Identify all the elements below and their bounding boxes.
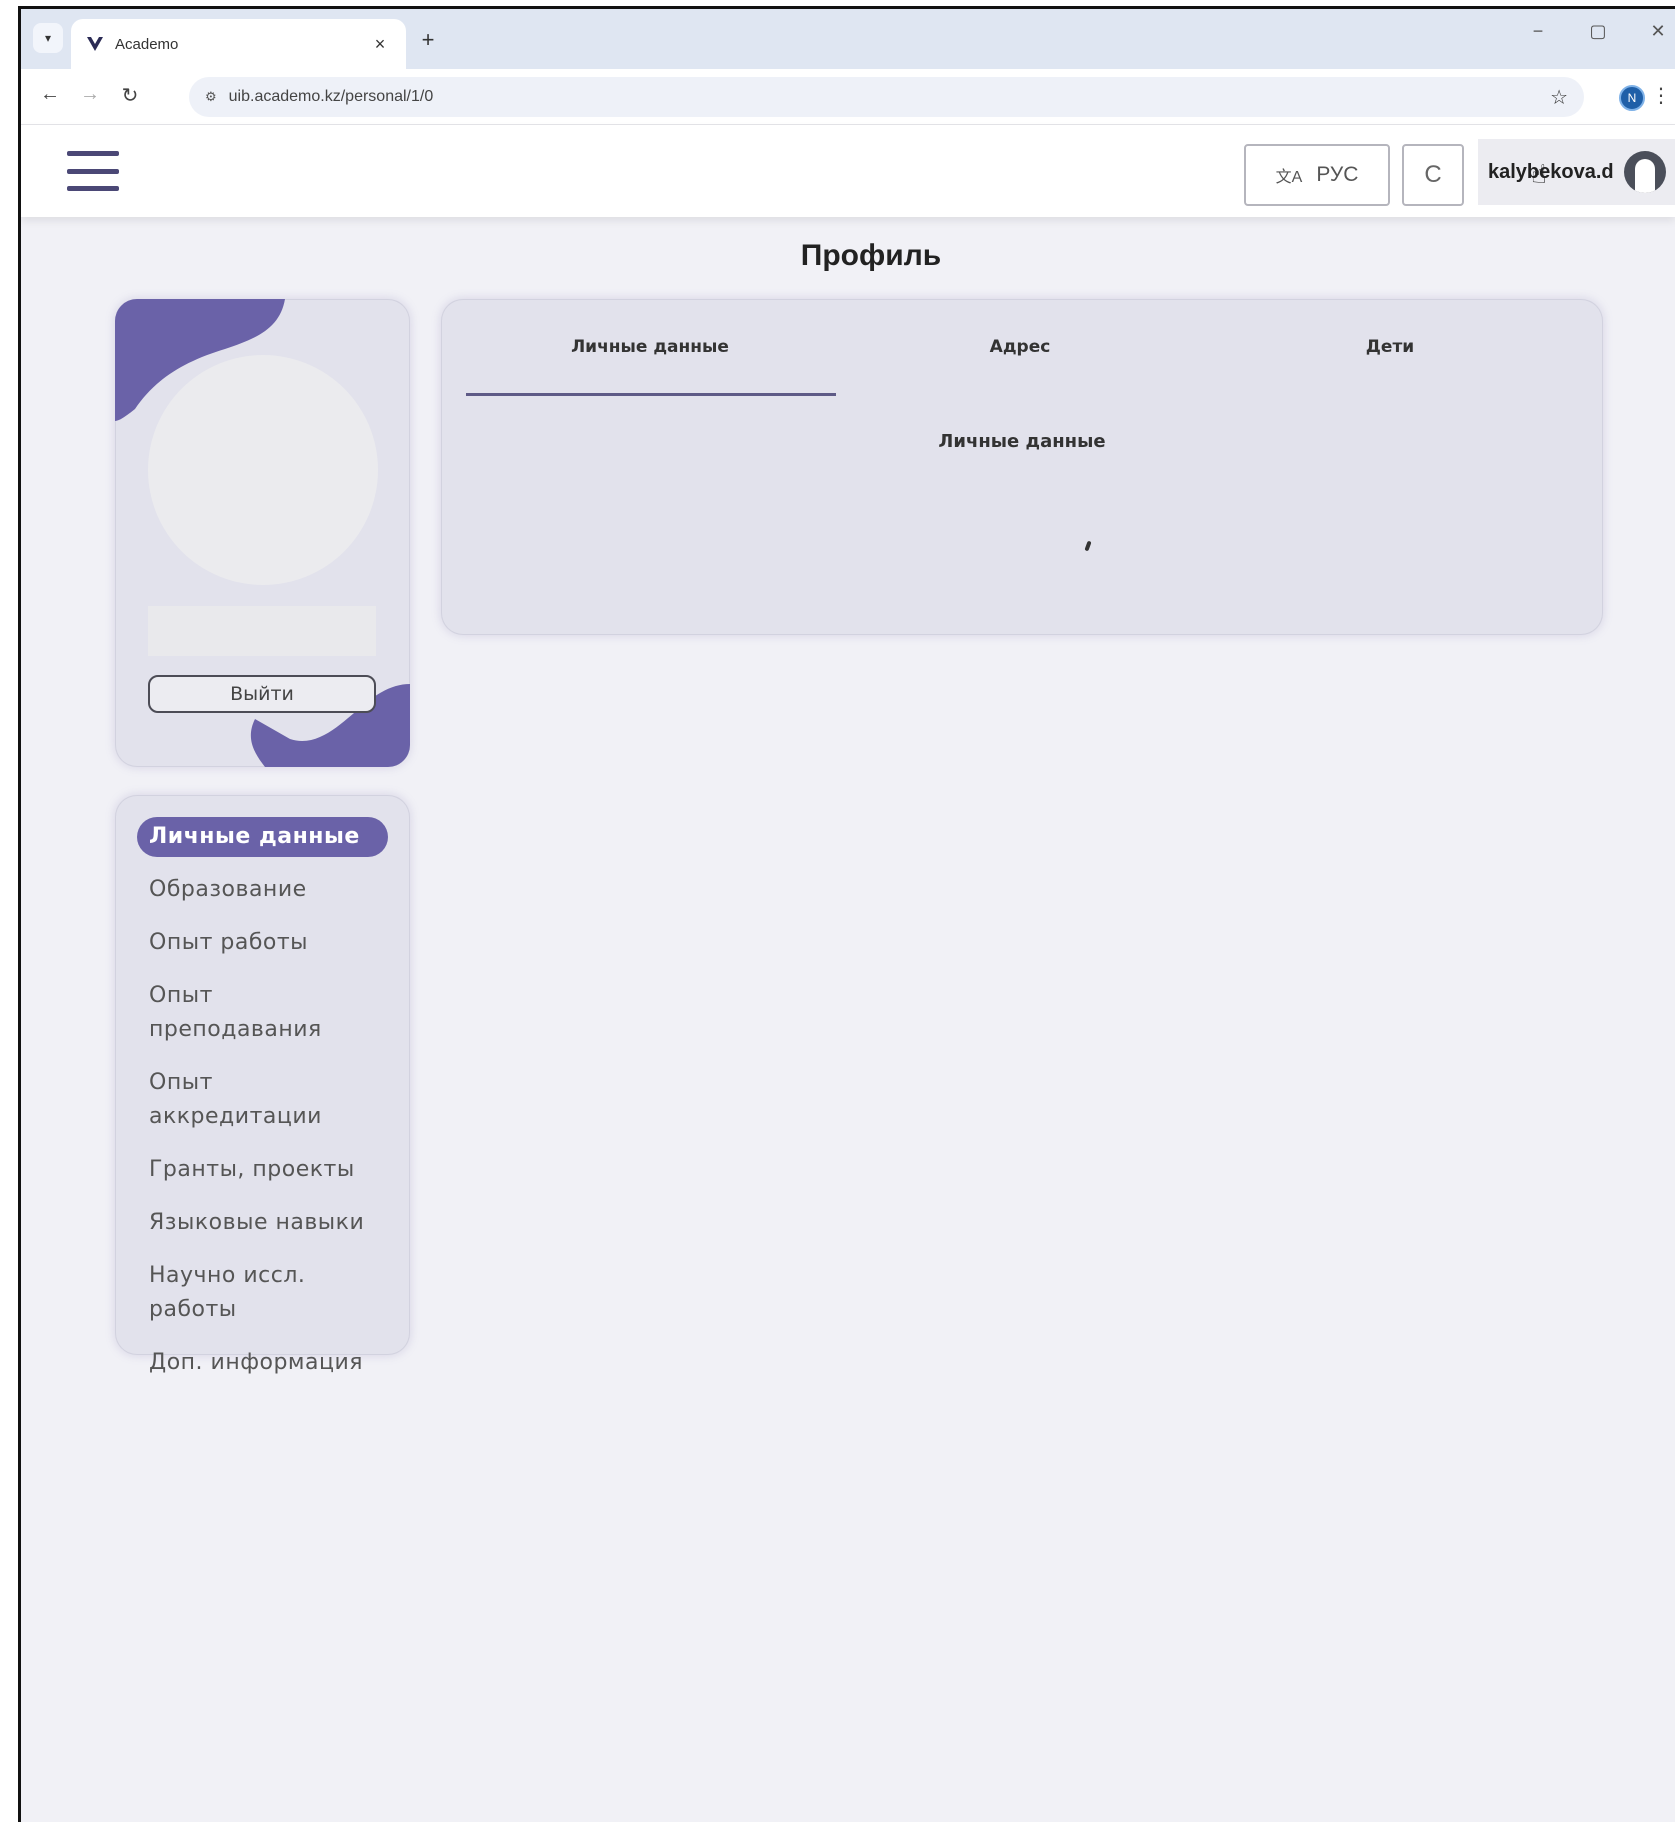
app-header: 文A РУС C kalybekova.d bbox=[21, 125, 1675, 217]
page-title: Профиль bbox=[800, 239, 942, 272]
username-label: kalybekova.d bbox=[1488, 160, 1614, 183]
close-tab-icon[interactable]: × bbox=[368, 34, 392, 55]
menu-item-accreditation-experience[interactable]: Опыт аккредитации bbox=[137, 1063, 388, 1137]
tab-address[interactable]: Адрес bbox=[835, 337, 1205, 389]
browser-toolbar: ← → ↻ ⚙ uib.academo.kz/personal/1/0 ☆ N … bbox=[21, 69, 1675, 125]
back-icon[interactable]: ← bbox=[37, 83, 63, 106]
section-heading: Личные данные bbox=[938, 431, 1106, 452]
profile-name-placeholder bbox=[148, 606, 376, 656]
profile-sections-menu: Личные данные Образование Опыт работы Оп… bbox=[115, 795, 410, 1375]
close-window-icon[interactable]: ✕ bbox=[1647, 21, 1669, 42]
content-tabs: Личные данные Адрес Дети bbox=[465, 337, 1575, 389]
menu-item-teaching-experience[interactable]: Опыт преподавания bbox=[137, 976, 388, 1050]
language-button[interactable]: 文A РУС bbox=[1244, 144, 1390, 206]
window-controls: − ▢ ✕ bbox=[1527, 21, 1675, 42]
menu-item-education[interactable]: Образование bbox=[137, 870, 388, 910]
menu-item-additional-info[interactable]: Доп. информация bbox=[137, 1343, 388, 1383]
menu-item-grants-projects[interactable]: Гранты, проекты bbox=[137, 1150, 388, 1190]
menu-item-work-experience[interactable]: Опыт работы bbox=[137, 923, 388, 963]
browser-profile-avatar[interactable]: N bbox=[1619, 85, 1645, 111]
bookmark-star-icon[interactable]: ☆ bbox=[1550, 85, 1568, 110]
menu-item-personal-data[interactable]: Личные данные bbox=[137, 817, 388, 857]
hand-cursor-icon: ☝ bbox=[1531, 159, 1547, 189]
reload-icon[interactable]: ↻ bbox=[117, 83, 143, 108]
tab-list-icon[interactable]: ▾ bbox=[33, 23, 63, 53]
active-tab-indicator bbox=[466, 393, 836, 396]
forward-icon[interactable]: → bbox=[77, 83, 103, 106]
menu-item-research-work[interactable]: Научно иссл. работы bbox=[137, 1256, 388, 1330]
personal-data-panel: Личные данные Адрес Дети Личные данные bbox=[441, 299, 1603, 635]
browser-menu-icon[interactable]: ⋮ bbox=[1651, 83, 1671, 108]
restore-icon[interactable]: ▢ bbox=[1587, 21, 1609, 42]
browser-window: ▾ Academo × + − ▢ ✕ ← → ↻ ⚙ uib.academo.… bbox=[18, 6, 1675, 1822]
browser-tab[interactable]: Academo × bbox=[71, 19, 406, 69]
browser-tabstrip: ▾ Academo × + − ▢ ✕ bbox=[21, 9, 1675, 69]
translate-icon: 文A bbox=[1275, 169, 1303, 186]
hamburger-menu-icon[interactable] bbox=[67, 151, 119, 191]
c-button[interactable]: C bbox=[1402, 144, 1464, 206]
tab-children[interactable]: Дети bbox=[1205, 337, 1575, 389]
menu-item-language-skills[interactable]: Языковые навыки bbox=[137, 1203, 388, 1243]
url-text[interactable]: uib.academo.kz/personal/1/0 bbox=[229, 88, 1550, 106]
profile-photo-placeholder bbox=[148, 355, 378, 585]
user-menu-button[interactable]: kalybekova.d bbox=[1478, 139, 1675, 205]
new-tab-icon[interactable]: + bbox=[415, 27, 441, 53]
user-avatar-icon bbox=[1623, 151, 1666, 193]
academo-favicon-icon bbox=[85, 34, 105, 54]
profile-card: Выйти bbox=[115, 299, 410, 767]
tab-title: Academo bbox=[115, 35, 179, 53]
loading-spinner-icon bbox=[1084, 540, 1092, 552]
language-label: РУС bbox=[1316, 163, 1359, 186]
tab-personal-data[interactable]: Личные данные bbox=[465, 337, 835, 389]
site-info-icon[interactable]: ⚙ bbox=[205, 89, 217, 105]
minimize-icon[interactable]: − bbox=[1527, 21, 1549, 42]
address-bar[interactable]: ⚙ uib.academo.kz/personal/1/0 ☆ bbox=[189, 77, 1584, 117]
logout-button[interactable]: Выйти bbox=[148, 675, 376, 713]
